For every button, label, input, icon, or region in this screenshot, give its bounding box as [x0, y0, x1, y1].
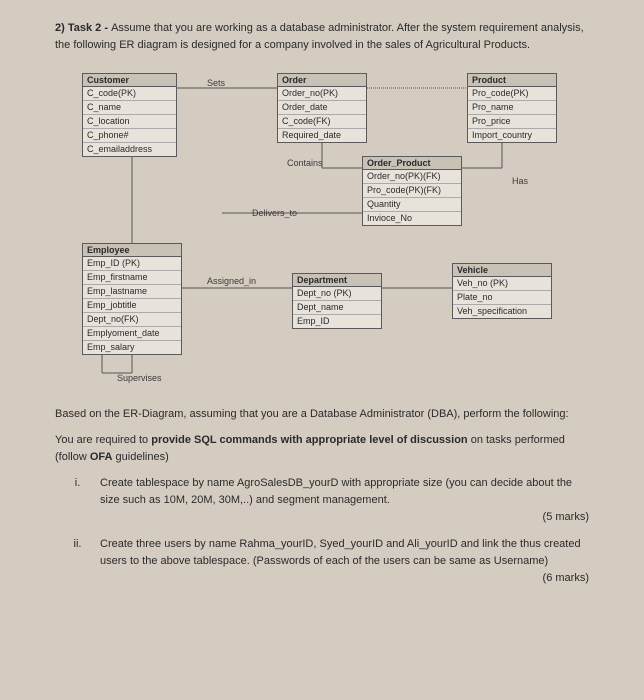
attr: C_code(PK) [83, 87, 176, 101]
attr: Veh_no (PK) [453, 277, 551, 291]
entity-order: Order Order_no(PK) Order_date C_code(FK)… [277, 73, 367, 143]
attr: Order_date [278, 101, 366, 115]
task-header: 2) Task 2 - Assume that you are working … [55, 20, 589, 53]
entity-title: Product [468, 74, 556, 87]
attr: Order_no(PK) [278, 87, 366, 101]
entity-title: Employee [83, 244, 181, 257]
task-number: 2) [55, 22, 65, 34]
entity-title: Vehicle [453, 264, 551, 277]
para-2: You are required to provide SQL commands… [55, 432, 589, 467]
attr: Invioce_No [363, 212, 461, 225]
attr: Required_date [278, 129, 366, 142]
instructions: Based on the ER-Diagram, assuming that y… [55, 406, 589, 467]
attr: Emp_salary [83, 341, 181, 354]
er-diagram: Customer C_code(PK) C_name C_location C_… [82, 68, 562, 388]
para-1: Based on the ER-Diagram, assuming that y… [55, 406, 589, 424]
rel-delivers-to: Delivers_to [252, 208, 297, 218]
rel-supervises: Supervises [117, 373, 162, 383]
task-i: i. Create tablespace by name AgroSalesDB… [55, 475, 589, 526]
task-ii: ii. Create three users by name Rahma_you… [55, 536, 589, 587]
entity-title: Order [278, 74, 366, 87]
attr: Pro_price [468, 115, 556, 129]
entity-vehicle: Vehicle Veh_no (PK) Plate_no Veh_specifi… [452, 263, 552, 319]
attr: C_phone# [83, 129, 176, 143]
task-marks: (6 marks) [543, 570, 589, 587]
task-title: Task 2 - [68, 22, 111, 34]
attr: Order_no(PK)(FK) [363, 170, 461, 184]
attr: Emp_firstname [83, 271, 181, 285]
attr: Plate_no [453, 291, 551, 305]
entity-title: Department [293, 274, 381, 287]
entity-order-product: Order_Product Order_no(PK)(FK) Pro_code(… [362, 156, 462, 226]
attr: Quantity [363, 198, 461, 212]
attr: C_emailaddress [83, 143, 176, 156]
attr: C_name [83, 101, 176, 115]
rel-contains: Contains [287, 158, 323, 168]
attr: Dept_no(FK) [83, 313, 181, 327]
roman-numeral: ii. [55, 536, 100, 587]
task-desc-inline: Assume that you are working as a databas… [55, 22, 584, 51]
rel-assigned-in: Assigned_in [207, 276, 256, 286]
roman-numeral: i. [55, 475, 100, 526]
attr: Dept_name [293, 301, 381, 315]
attr: Pro_name [468, 101, 556, 115]
entity-product: Product Pro_code(PK) Pro_name Pro_price … [467, 73, 557, 143]
attr: Emplyoment_date [83, 327, 181, 341]
attr: Emp_ID [293, 315, 381, 328]
task-marks: (5 marks) [100, 509, 589, 526]
entity-title: Order_Product [363, 157, 461, 170]
attr: Pro_code(PK) [468, 87, 556, 101]
attr: Dept_no (PK) [293, 287, 381, 301]
attr: Pro_code(PK)(FK) [363, 184, 461, 198]
attr: C_code(FK) [278, 115, 366, 129]
task-list: i. Create tablespace by name AgroSalesDB… [55, 475, 589, 587]
entity-department: Department Dept_no (PK) Dept_name Emp_ID [292, 273, 382, 329]
task-text: Create three users by name Rahma_yourID,… [100, 538, 581, 567]
attr: Emp_ID (PK) [83, 257, 181, 271]
rel-sets: Sets [207, 78, 225, 88]
entity-customer: Customer C_code(PK) C_name C_location C_… [82, 73, 177, 157]
attr: Veh_specification [453, 305, 551, 318]
rel-has: Has [512, 176, 528, 186]
entity-employee: Employee Emp_ID (PK) Emp_firstname Emp_l… [82, 243, 182, 355]
task-text: Create tablespace by name AgroSalesDB_yo… [100, 475, 589, 509]
entity-title: Customer [83, 74, 176, 87]
attr: Emp_lastname [83, 285, 181, 299]
attr: C_location [83, 115, 176, 129]
attr: Import_country [468, 129, 556, 142]
attr: Emp_jobtitle [83, 299, 181, 313]
